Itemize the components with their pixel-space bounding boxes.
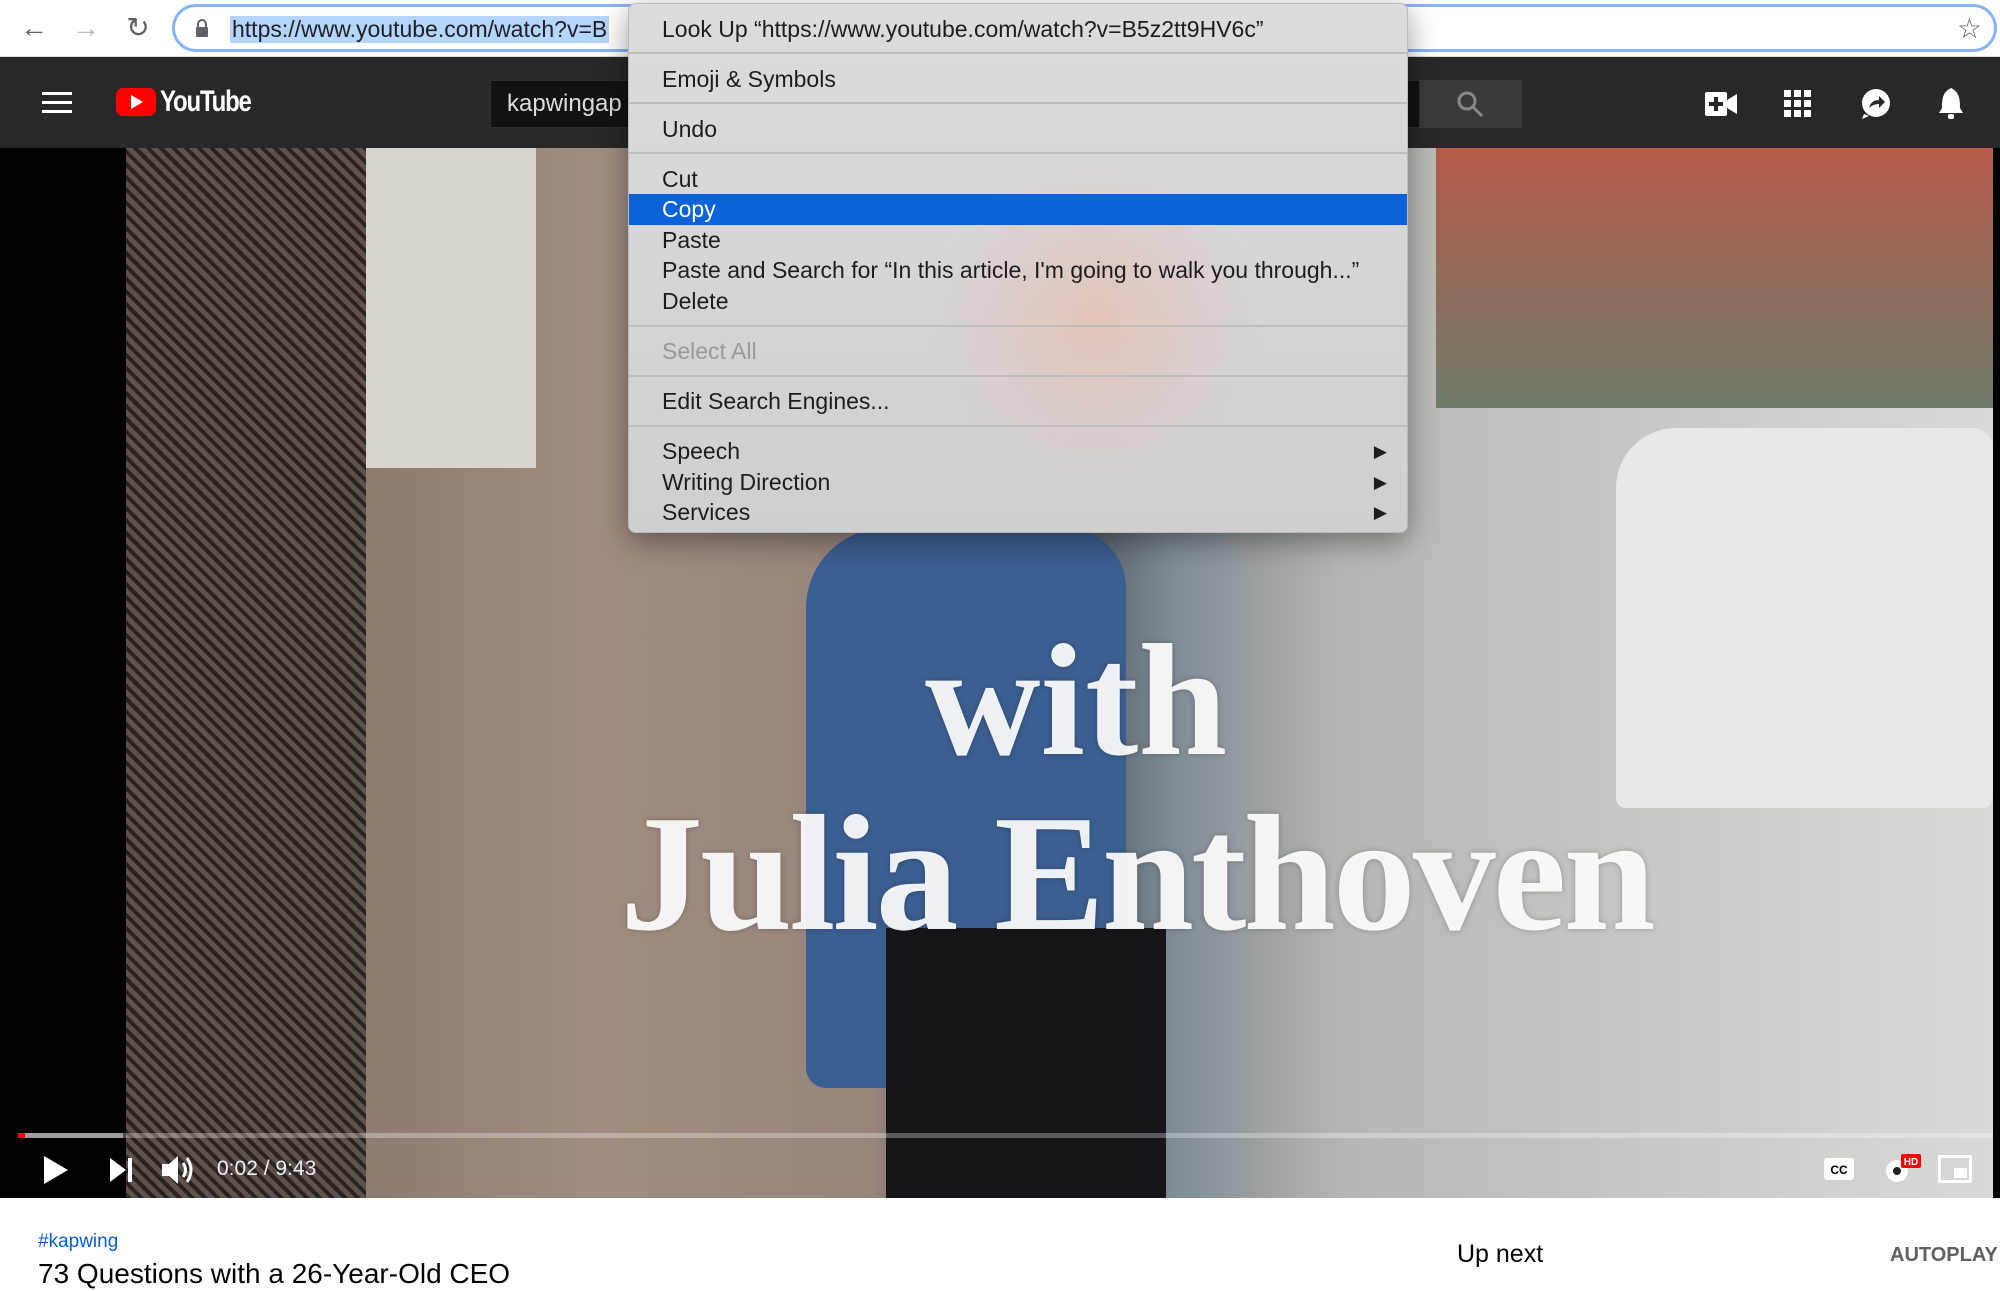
lock-icon — [196, 19, 208, 37]
time-display: 0:02 / 9:43 — [217, 1157, 317, 1180]
search-value: kapwingap — [507, 90, 622, 117]
menu-separator — [629, 152, 1407, 154]
menu-separator — [629, 425, 1407, 427]
notifications-icon[interactable] — [1937, 86, 1965, 122]
menu-item-emoji[interactable]: Emoji & Symbols — [629, 64, 1407, 95]
menu-item-undo[interactable]: Undo — [629, 114, 1407, 145]
metal-grate — [126, 148, 366, 1198]
menu-item-label: Speech — [662, 438, 741, 464]
menu-item-cut[interactable]: Cut — [629, 164, 1407, 195]
menu-item-speech[interactable]: Speech ▶ — [629, 436, 1407, 467]
menu-item-look-up[interactable]: Look Up “https://www.youtube.com/watch?v… — [629, 14, 1407, 45]
submenu-arrow-icon: ▶ — [1373, 503, 1387, 522]
menu-icon[interactable] — [42, 92, 72, 114]
played-fill — [18, 1133, 25, 1138]
menu-separator — [629, 325, 1407, 327]
svg-text:HD: HD — [1904, 1157, 1918, 1168]
hashtag-link[interactable]: #kapwing — [38, 1231, 118, 1253]
settings-hd-icon[interactable]: HD — [1883, 1152, 1923, 1186]
menu-item-paste[interactable]: Paste — [629, 225, 1407, 256]
menu-item-label: Services — [662, 499, 751, 525]
buffer-fill — [18, 1133, 123, 1138]
captions-icon[interactable]: CC — [1824, 1158, 1854, 1180]
menu-item-delete[interactable]: Delete — [629, 286, 1407, 317]
video-title: 73 Questions with a 26-Year-Old CEO — [38, 1258, 511, 1289]
forward-icon[interactable]: → — [68, 10, 104, 46]
search-button[interactable] — [1420, 80, 1522, 128]
menu-item-writing-direction[interactable]: Writing Direction ▶ — [629, 467, 1407, 498]
menu-separator — [629, 102, 1407, 104]
menu-separator — [629, 375, 1407, 377]
youtube-logo-icon[interactable] — [116, 88, 156, 116]
messages-icon[interactable] — [1860, 88, 1892, 120]
url-text[interactable]: https://www.youtube.com/watch?v=B — [230, 16, 610, 43]
menu-item-select-all: Select All — [662, 338, 757, 364]
miniplayer-icon[interactable] — [1938, 1155, 1972, 1183]
up-next-heading: Up next — [1457, 1240, 1544, 1268]
create-video-icon[interactable] — [1705, 92, 1737, 116]
menu-item-copy[interactable]: Copy — [629, 194, 1407, 225]
svg-text:CC: CC — [1830, 1163, 1848, 1177]
autoplay-label[interactable]: AUTOPLAY — [1890, 1244, 1998, 1267]
buildings — [1436, 148, 1993, 408]
context-menu: Look Up “https://www.youtube.com/watch?v… — [628, 3, 1408, 533]
play-icon[interactable] — [44, 1156, 68, 1184]
back-icon[interactable]: ← — [16, 10, 52, 46]
menu-item-edit-search-engines[interactable]: Edit Search Engines... — [629, 386, 1407, 417]
menu-item-paste-and-search[interactable]: Paste and Search for “In this article, I… — [629, 255, 1407, 286]
bookmark-star-icon[interactable]: ☆ — [1957, 12, 1982, 45]
progress-bar[interactable] — [18, 1133, 1993, 1138]
youtube-logo-text[interactable]: YouTube — [160, 85, 252, 119]
van — [1616, 428, 1993, 808]
reload-icon[interactable]: ↻ — [120, 10, 156, 46]
volume-icon[interactable] — [162, 1155, 196, 1185]
submenu-arrow-icon: ▶ — [1373, 473, 1387, 492]
submenu-arrow-icon: ▶ — [1373, 442, 1387, 461]
video-overlay-title-line1: with — [925, 611, 1228, 789]
menu-item-label: Writing Direction — [662, 469, 831, 495]
menu-separator — [629, 52, 1407, 54]
apps-icon[interactable] — [1784, 90, 1812, 118]
video-overlay-title-line2: Julia Enthoven — [620, 781, 1656, 965]
search-icon — [1457, 91, 1484, 118]
next-icon[interactable] — [110, 1158, 134, 1182]
menu-item-services[interactable]: Services ▶ — [629, 497, 1407, 528]
wall — [366, 148, 536, 468]
